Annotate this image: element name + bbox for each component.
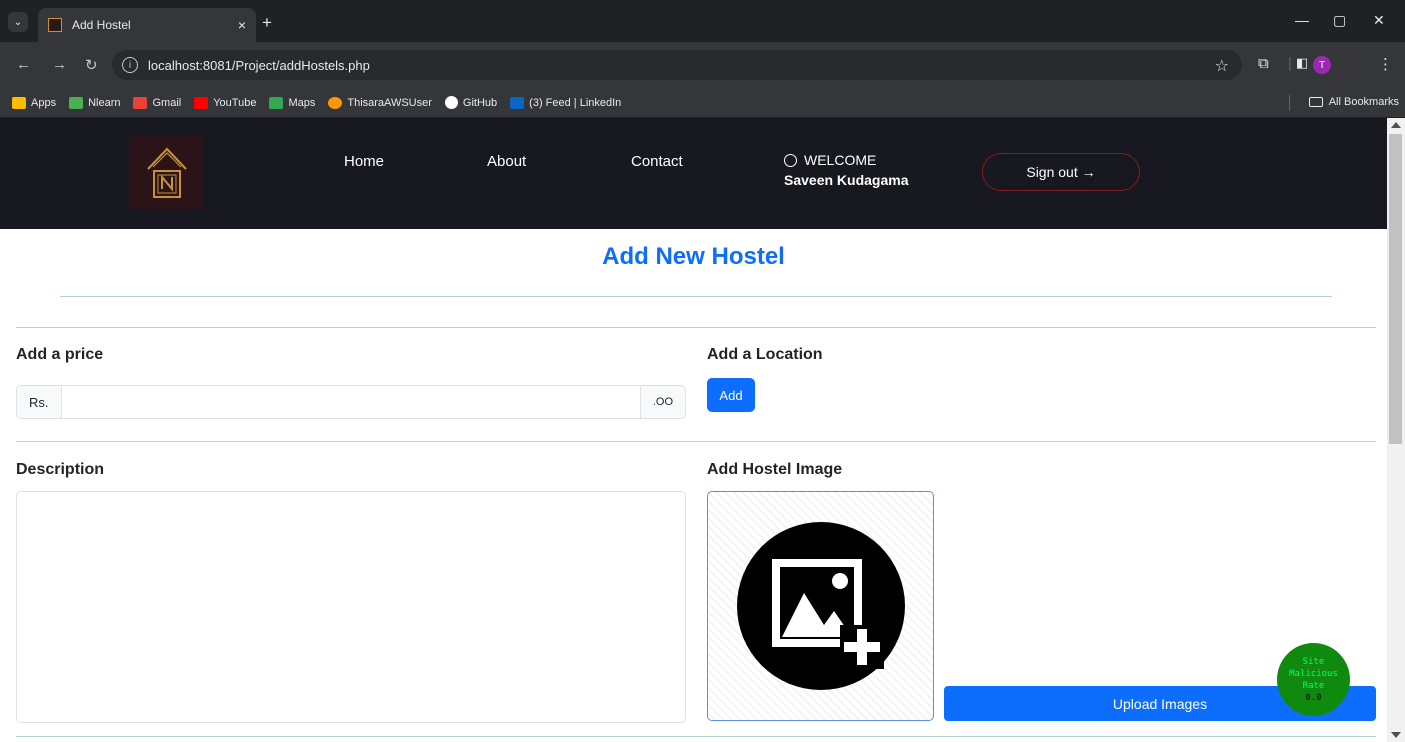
tab-title: Add Hostel <box>72 18 131 32</box>
site-malicious-rate-badge[interactable]: Site Malicious Rate 0.0 <box>1277 643 1350 716</box>
hostel-image-preview[interactable] <box>707 491 934 721</box>
extensions-icon[interactable]: ⧉ <box>1258 55 1269 72</box>
scroll-down-icon[interactable] <box>1391 732 1401 738</box>
restore-icon[interactable]: ▢ <box>1333 12 1346 29</box>
bookmark-nlearn[interactable]: Nlearn <box>69 96 120 109</box>
sign-out-button[interactable]: Sign out → <box>982 153 1140 191</box>
browser-tab-bar: ⌄ Add Hostel × + — ▢ ✕ <box>0 0 1405 42</box>
tab-close-icon[interactable]: × <box>238 17 246 33</box>
linkedin-icon <box>510 96 525 109</box>
tab-favicon-icon <box>48 18 62 32</box>
bookmark-apps[interactable]: Apps <box>12 96 56 109</box>
site-logo[interactable] <box>130 136 203 209</box>
minimize-icon[interactable]: — <box>1295 12 1309 28</box>
forward-icon[interactable]: → <box>52 56 67 73</box>
nav-home[interactable]: Home <box>344 153 384 170</box>
price-suffix: .OO <box>640 386 685 418</box>
browser-tab[interactable]: Add Hostel × <box>38 8 256 42</box>
nav-contact[interactable]: Contact <box>631 153 683 170</box>
site-header: Home About Contact WELCOME Saveen Kudaga… <box>0 118 1387 229</box>
title-divider <box>60 296 1332 297</box>
price-input-group: Rs. .OO <box>16 385 686 419</box>
welcome-block: WELCOME Saveen Kudagama <box>784 152 909 188</box>
scroll-thumb[interactable] <box>1389 134 1402 444</box>
apps-icon <box>12 96 26 109</box>
add-image-icon <box>736 522 905 690</box>
toolbar-divider: | <box>1288 55 1292 72</box>
gmail-icon <box>133 96 148 109</box>
folder-icon <box>1308 97 1323 107</box>
bookmarks-bar: Apps Nlearn Gmail YouTube Maps ThisaraAW… <box>0 88 1405 118</box>
tab-search-icon[interactable]: ⌄ <box>8 12 28 32</box>
aws-icon <box>328 96 343 109</box>
bookmark-github[interactable]: GitHub <box>444 96 497 109</box>
bookmarks-divider <box>1289 95 1290 111</box>
new-tab-icon[interactable]: + <box>262 13 272 33</box>
bookmark-youtube[interactable]: YouTube <box>194 96 256 109</box>
bookmark-maps[interactable]: Maps <box>269 96 315 109</box>
price-label: Add a price <box>16 346 104 363</box>
user-name: Saveen Kudagama <box>784 172 909 188</box>
scroll-up-icon[interactable] <box>1391 122 1401 128</box>
browser-toolbar: ← → ↻ i localhost:8081/Project/addHostel… <box>0 42 1405 88</box>
bookmark-aws[interactable]: ThisaraAWSUser <box>328 96 432 109</box>
nlearn-icon <box>69 96 84 109</box>
bookmark-star-icon[interactable]: ☆ <box>1215 56 1229 76</box>
site-info-icon[interactable]: i <box>122 57 138 73</box>
nav-about[interactable]: About <box>487 153 526 170</box>
reload-icon[interactable]: ↻ <box>85 56 98 74</box>
price-input[interactable] <box>60 386 641 418</box>
all-bookmarks[interactable]: All Bookmarks <box>1308 96 1399 108</box>
section-divider-top <box>16 327 1376 328</box>
profile-avatar[interactable]: T <box>1313 56 1331 74</box>
url-text: localhost:8081/Project/addHostels.php <box>148 57 370 73</box>
hostel-image-label: Add Hostel Image <box>707 461 843 478</box>
page-content: Home About Contact WELCOME Saveen Kudaga… <box>0 118 1387 742</box>
close-window-icon[interactable]: ✕ <box>1373 12 1385 29</box>
bookmark-gmail[interactable]: Gmail <box>133 96 181 109</box>
bookmark-linkedin[interactable]: (3) Feed | LinkedIn <box>510 96 621 109</box>
youtube-icon <box>194 96 209 109</box>
side-panel-icon[interactable]: ◧ <box>1296 55 1308 71</box>
page-title: Add New Hostel <box>602 243 785 270</box>
badge-line-1: Site <box>1302 656 1325 667</box>
address-bar[interactable]: i localhost:8081/Project/addHostels.php <box>112 50 1242 80</box>
back-icon[interactable]: ← <box>16 56 31 73</box>
page-scrollbar[interactable] <box>1387 118 1405 742</box>
github-icon <box>444 96 458 109</box>
section-divider-bottom <box>16 736 1376 737</box>
add-location-button[interactable]: Add <box>707 378 755 412</box>
house-logo-icon <box>146 147 187 198</box>
user-circle-icon <box>784 153 797 167</box>
location-label: Add a Location <box>707 346 823 363</box>
badge-line-2: Malicious <box>1289 668 1338 679</box>
description-label: Description <box>16 461 105 478</box>
price-prefix: Rs. <box>17 386 61 418</box>
menu-icon[interactable]: ⋮ <box>1378 55 1393 73</box>
maps-icon <box>269 96 284 109</box>
badge-line-3: Rate <box>1302 680 1325 691</box>
welcome-label: WELCOME <box>804 152 877 168</box>
badge-value: 0.0 <box>1305 692 1322 703</box>
section-divider-middle <box>16 441 1376 442</box>
description-textarea[interactable] <box>16 491 686 723</box>
